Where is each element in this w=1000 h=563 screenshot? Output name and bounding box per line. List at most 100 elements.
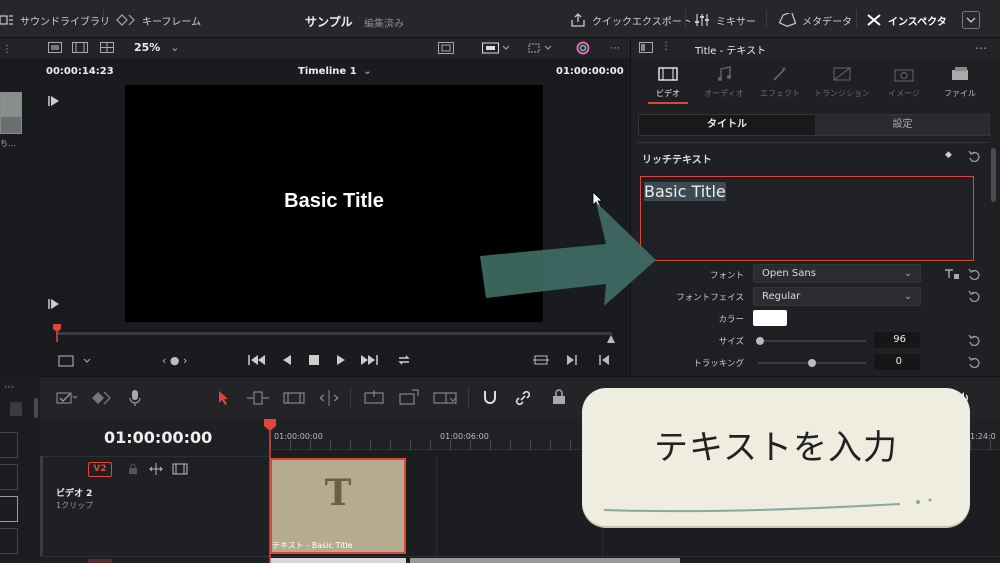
reset-icon[interactable] [968,334,980,346]
prev-edit-icon[interactable] [598,354,610,366]
auto-select-icon[interactable] [148,462,164,476]
tracking-slider-handle[interactable] [808,359,816,367]
timeline-playhead[interactable] [263,418,277,563]
sidebar-scrollbar[interactable] [34,398,38,418]
tab-transition[interactable]: トランジション [814,66,870,99]
first-frame-icon[interactable] [48,95,60,107]
match-frame-icon[interactable] [532,354,550,366]
project-name: サンプル [305,15,353,29]
subtab-settings[interactable]: 設定 [815,115,990,135]
color-wheel-icon[interactable] [576,41,590,55]
sidebar-button[interactable] [0,464,18,490]
edit-mode-icon[interactable] [56,390,78,406]
media-thumbnail[interactable] [0,92,22,134]
panel-icon[interactable] [639,42,653,53]
replace-clip-icon[interactable] [432,389,460,407]
stop-icon[interactable] [308,354,320,366]
tab-transition-label: トランジション [814,89,870,98]
track-tag-below[interactable] [88,559,112,563]
keyframes-button[interactable]: キーフレーム [116,10,201,30]
selection-tool-icon[interactable] [218,390,230,406]
reset-icon[interactable] [968,356,980,368]
next-edit-icon[interactable] [566,354,578,366]
clip-below[interactable] [410,558,680,563]
keyframe-diamond-icon[interactable]: ◆ [945,150,952,160]
rewind-icon[interactable] [248,354,266,366]
reset-icon[interactable] [968,268,980,280]
keyframe-mode-icon[interactable] [90,390,112,406]
track-lock-icon[interactable] [128,463,138,475]
reset-icon[interactable] [968,290,980,302]
text-style-icon[interactable] [944,268,960,280]
sound-library-button[interactable]: サウンドライブラリ [0,10,110,30]
mixer-icon [695,14,709,26]
size-slider-handle[interactable] [756,337,764,345]
fast-forward-icon[interactable] [360,354,378,366]
jog-control[interactable]: ‹ ● › [162,354,187,367]
timeline-selector[interactable]: Timeline 1 ⌄ [298,66,372,77]
clip-below[interactable] [270,558,406,563]
insert-clip-icon[interactable] [362,389,386,407]
grid-view-icon[interactable] [100,42,114,53]
track-tag[interactable]: V2 [88,462,112,477]
font-face-value: Regular [762,291,801,302]
tracking-value-field[interactable]: 0 [874,354,920,370]
track-video-toggle-icon[interactable] [172,463,188,475]
tab-file[interactable]: ファイル [932,66,988,99]
tab-audio[interactable]: オーディオ [696,66,752,99]
image-view-icon[interactable] [48,42,62,53]
sidebar-more-icon[interactable]: ⋯ [4,382,14,393]
size-slider-track[interactable] [758,340,866,342]
active-tab-indicator [648,102,688,104]
out-point-icon[interactable] [606,334,616,344]
blade-tool-icon[interactable] [318,389,340,407]
annotation-arrow [480,202,656,306]
sidebar-button[interactable] [0,496,18,522]
scrubber-bar[interactable] [56,332,612,335]
dynamic-trim-icon[interactable] [283,390,305,406]
font-face-dropdown[interactable]: Regular ⌄ [753,287,921,306]
reset-icon[interactable] [968,150,980,162]
panel-dots-icon[interactable]: ⋮ [661,41,671,52]
color-swatch[interactable] [753,310,787,326]
size-value-field[interactable]: 96 [874,332,920,348]
section-rich-text: リッチテキスト [642,155,712,166]
fit-frame-icon[interactable] [438,42,454,54]
reverse-play-icon[interactable] [282,354,292,366]
source-timecode: 00:00:14:23 [46,66,114,77]
font-dropdown[interactable]: Open Sans ⌄ [753,264,921,283]
sidebar-button[interactable] [10,402,22,416]
viewer-frame-options-icon[interactable] [58,354,98,368]
transform-icon[interactable] [526,41,554,55]
sidebar-button[interactable] [0,432,18,458]
overwrite-clip-icon[interactable] [398,389,420,407]
inspector-more-icon[interactable]: ⋯ [975,41,987,55]
loop-icon[interactable] [396,353,412,367]
trim-tool-icon[interactable] [246,389,270,407]
viewer-more-icon[interactable]: ⋯ [610,43,620,54]
snapping-icon[interactable] [482,389,498,407]
timeline-track-header: 01:00:00:00 V2 ビデオ 2 1クリップ [40,418,270,563]
mixer-button[interactable]: ミキサー [694,10,756,30]
playhead-icon[interactable] [52,323,62,343]
quick-export-button[interactable]: クイックエクスポート [570,10,692,30]
inspector-scrollbar[interactable] [991,148,996,202]
lock-icon[interactable] [552,389,566,405]
tab-effects[interactable]: エフェクト [752,66,808,99]
tab-image[interactable]: イメージ [876,66,932,99]
sidebar-button[interactable] [0,528,18,554]
options-dropdown-button[interactable] [962,11,980,29]
zoom-dropdown[interactable]: 25% ⌄ [134,41,179,54]
menu-dots-icon[interactable]: ⋮ [2,44,12,55]
last-frame-icon[interactable] [48,298,60,310]
inspector-toggle-button[interactable]: インスペクタ [866,10,947,30]
clip-title-glyph: T [324,472,352,514]
tab-video[interactable]: ビデオ [640,66,696,99]
output-mode-icon[interactable] [482,41,512,55]
subtab-title[interactable]: タイトル [639,115,815,135]
metadata-button[interactable]: メタデータ [778,10,852,30]
microphone-icon[interactable] [128,389,142,407]
play-icon[interactable] [336,354,346,366]
link-icon[interactable] [514,389,532,407]
film-view-icon[interactable] [72,42,88,53]
